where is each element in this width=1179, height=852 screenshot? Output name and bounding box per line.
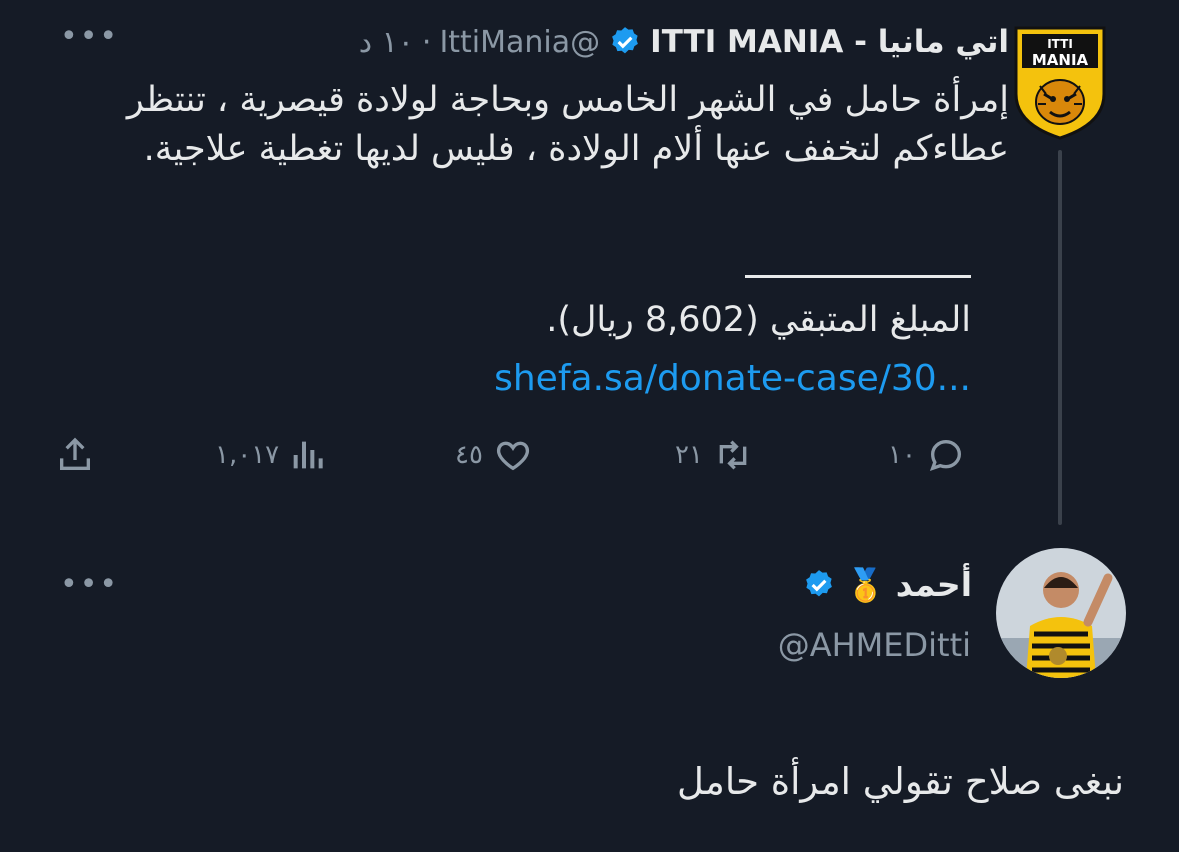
retweets-count: ٢١ xyxy=(675,440,703,470)
avatar-top-text: ITTI xyxy=(1047,37,1073,51)
ahmed-avatar[interactable] xyxy=(996,548,1126,678)
donate-link[interactable]: shefa.sa/donate-case/30... xyxy=(494,358,971,399)
medal-emoji-icon: 🥇 xyxy=(845,565,886,604)
retweet-icon xyxy=(719,440,747,470)
views-button[interactable]: ١,٠١٧ xyxy=(215,425,329,485)
separator-line xyxy=(745,275,971,278)
reply-bubble-icon xyxy=(929,439,961,472)
likes-count: ٤٥ xyxy=(455,440,483,470)
tweet-text: إمرأة حامل في الشهر الخامس وبحاجة لولادة… xyxy=(126,80,1009,169)
tweet-timestamp[interactable]: ١٠ د xyxy=(359,25,414,60)
reply-button[interactable]: ١٠ xyxy=(888,425,966,485)
like-button[interactable]: ٤٥ xyxy=(455,425,533,485)
thread-line xyxy=(1058,150,1062,525)
share-icon xyxy=(60,437,90,470)
views-chart-icon xyxy=(293,441,323,469)
tweet-dot-separator: · xyxy=(421,24,432,60)
reply-author-handle[interactable]: @AHMEDitti xyxy=(778,626,971,664)
share-button[interactable] xyxy=(55,425,95,485)
reply-text: نبغى صلاح تقولي امرأة حامل xyxy=(677,760,1124,803)
tweet-author-name[interactable]: اتي مانيا - ITTI MANIA xyxy=(650,24,1009,60)
reply-header: أحمد 🥇 xyxy=(802,565,972,604)
tweet-actions: ١,٠١٧ ٤٥ ٢١ ١٠ xyxy=(55,425,980,485)
reply-author-name[interactable]: أحمد xyxy=(896,565,972,604)
views-count: ١,٠١٧ xyxy=(215,440,280,470)
tweet-more-button[interactable]: ••• xyxy=(60,22,119,52)
reply-more-button[interactable]: ••• xyxy=(60,570,119,600)
amount-remaining: المبلغ المتبقي (8,602 ريال). xyxy=(546,300,971,340)
verified-badge-icon xyxy=(608,25,642,59)
verified-badge-icon xyxy=(802,568,836,602)
heart-icon xyxy=(496,441,529,471)
tweet-author-handle[interactable]: @IttiMania xyxy=(439,25,600,60)
retweet-button[interactable]: ٢١ xyxy=(675,425,753,485)
avatar-main-text: MANIA xyxy=(1032,51,1089,69)
replies-count: ١٠ xyxy=(888,440,916,470)
tweet-header: اتي مانيا - ITTI MANIA @IttiMania · ١٠ د xyxy=(359,20,1009,64)
itti-mania-avatar[interactable]: ITTI MANIA xyxy=(1010,24,1110,142)
